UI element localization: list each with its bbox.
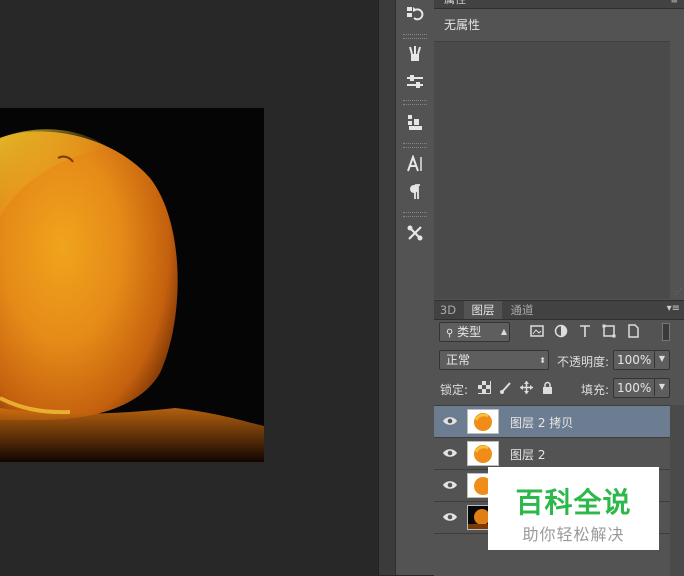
eye-visibility-icon[interactable]: [442, 510, 458, 524]
adjustments-icon[interactable]: [401, 70, 429, 94]
no-properties-label: 无属性: [444, 18, 481, 32]
history-icon[interactable]: [401, 2, 429, 26]
fill-label: 填充:: [581, 383, 610, 397]
lock-position-icon[interactable]: [520, 381, 533, 394]
opacity-value: 100%: [617, 353, 652, 367]
layer-filter-select[interactable]: ⚲ 类型 ▲: [439, 322, 510, 342]
panel-icon-strip: [395, 0, 435, 575]
tool-presets-icon[interactable]: [401, 221, 429, 245]
adjustment-filter-icon[interactable]: [554, 324, 568, 338]
clone-source-icon[interactable]: [401, 110, 429, 134]
properties-panel: 属性 ≡ 无属性 ⋰: [434, 0, 684, 300]
watermark-subtitle: 助你轻松解决: [522, 525, 625, 544]
opacity-label: 不透明度:: [557, 355, 610, 369]
watermark-logo: 百科全说 助你轻松解决: [488, 467, 659, 550]
character-icon[interactable]: [401, 152, 429, 176]
layer-row[interactable]: 图层 2: [434, 438, 670, 470]
layer-name[interactable]: 图层 2: [510, 446, 545, 463]
properties-content-area: [434, 41, 670, 299]
layers-scrollbar[interactable]: [670, 405, 684, 576]
updown-arrow-icon: ▲: [500, 327, 507, 336]
panel-menu-icon[interactable]: ▾≡: [667, 303, 680, 314]
resize-grip-icon[interactable]: ⋰: [674, 287, 682, 296]
updown-arrow-icon: ⬍: [539, 356, 546, 365]
filter-icons: [530, 324, 640, 338]
blend-mode-value: 正常: [446, 353, 471, 367]
panel-menu-icon[interactable]: ≡: [670, 0, 678, 6]
eye-visibility-icon[interactable]: [442, 478, 458, 492]
search-icon: ⚲: [446, 328, 454, 339]
layer-row[interactable]: 图层 2 拷贝: [434, 406, 670, 438]
type-filter-icon[interactable]: [578, 324, 592, 338]
layer-thumbnail: [467, 409, 499, 434]
brush-preset-icon[interactable]: [401, 42, 429, 66]
chevron-down-icon[interactable]: ▼: [654, 378, 669, 396]
properties-tab-bar: 属性 ≡: [434, 0, 684, 9]
pixel-filter-icon[interactable]: [530, 324, 544, 338]
panel-grip[interactable]: [403, 34, 427, 39]
properties-panel-title[interactable]: 属性: [444, 0, 466, 7]
smart-object-filter-icon[interactable]: [626, 324, 640, 338]
layer-name[interactable]: 图层 2 拷贝: [510, 414, 573, 431]
eye-visibility-icon[interactable]: [442, 414, 458, 428]
opacity-input[interactable]: 100% ▼: [613, 350, 670, 370]
lock-all-icon[interactable]: [541, 381, 554, 394]
filter-toggle-switch[interactable]: [662, 323, 670, 341]
panel-grip[interactable]: [403, 143, 427, 148]
layers-tab-bar: 3D 图层 通道 ▾≡: [434, 301, 684, 320]
fill-value: 100%: [617, 381, 652, 395]
lock-icons: [478, 381, 554, 394]
tab-channels[interactable]: 通道: [504, 301, 540, 319]
chevron-down-icon[interactable]: ▼: [654, 350, 669, 368]
eye-visibility-icon[interactable]: [442, 446, 458, 460]
properties-scrollbar[interactable]: ⋰: [670, 41, 684, 298]
watermark-title: 百科全说: [515, 486, 632, 519]
tab-layers[interactable]: 图层: [464, 301, 502, 319]
shape-filter-icon[interactable]: [602, 324, 616, 338]
canvas-vertical-scrollbar[interactable]: [378, 0, 395, 575]
filter-kind-value: 类型: [457, 325, 482, 339]
panel-grip[interactable]: [403, 212, 427, 217]
tab-3d[interactable]: 3D: [434, 301, 462, 319]
apple-image: [0, 129, 264, 462]
lock-image-pixels-icon[interactable]: [499, 381, 512, 394]
lock-transparent-pixels-icon[interactable]: [478, 381, 491, 394]
layer-thumbnail: [467, 441, 499, 466]
lock-label: 锁定:: [440, 383, 469, 397]
document-canvas[interactable]: [0, 108, 264, 462]
blend-mode-select[interactable]: 正常 ⬍: [439, 350, 549, 370]
panel-grip[interactable]: [403, 100, 427, 105]
fill-input[interactable]: 100% ▼: [613, 378, 670, 398]
paragraph-icon[interactable]: [401, 180, 429, 204]
